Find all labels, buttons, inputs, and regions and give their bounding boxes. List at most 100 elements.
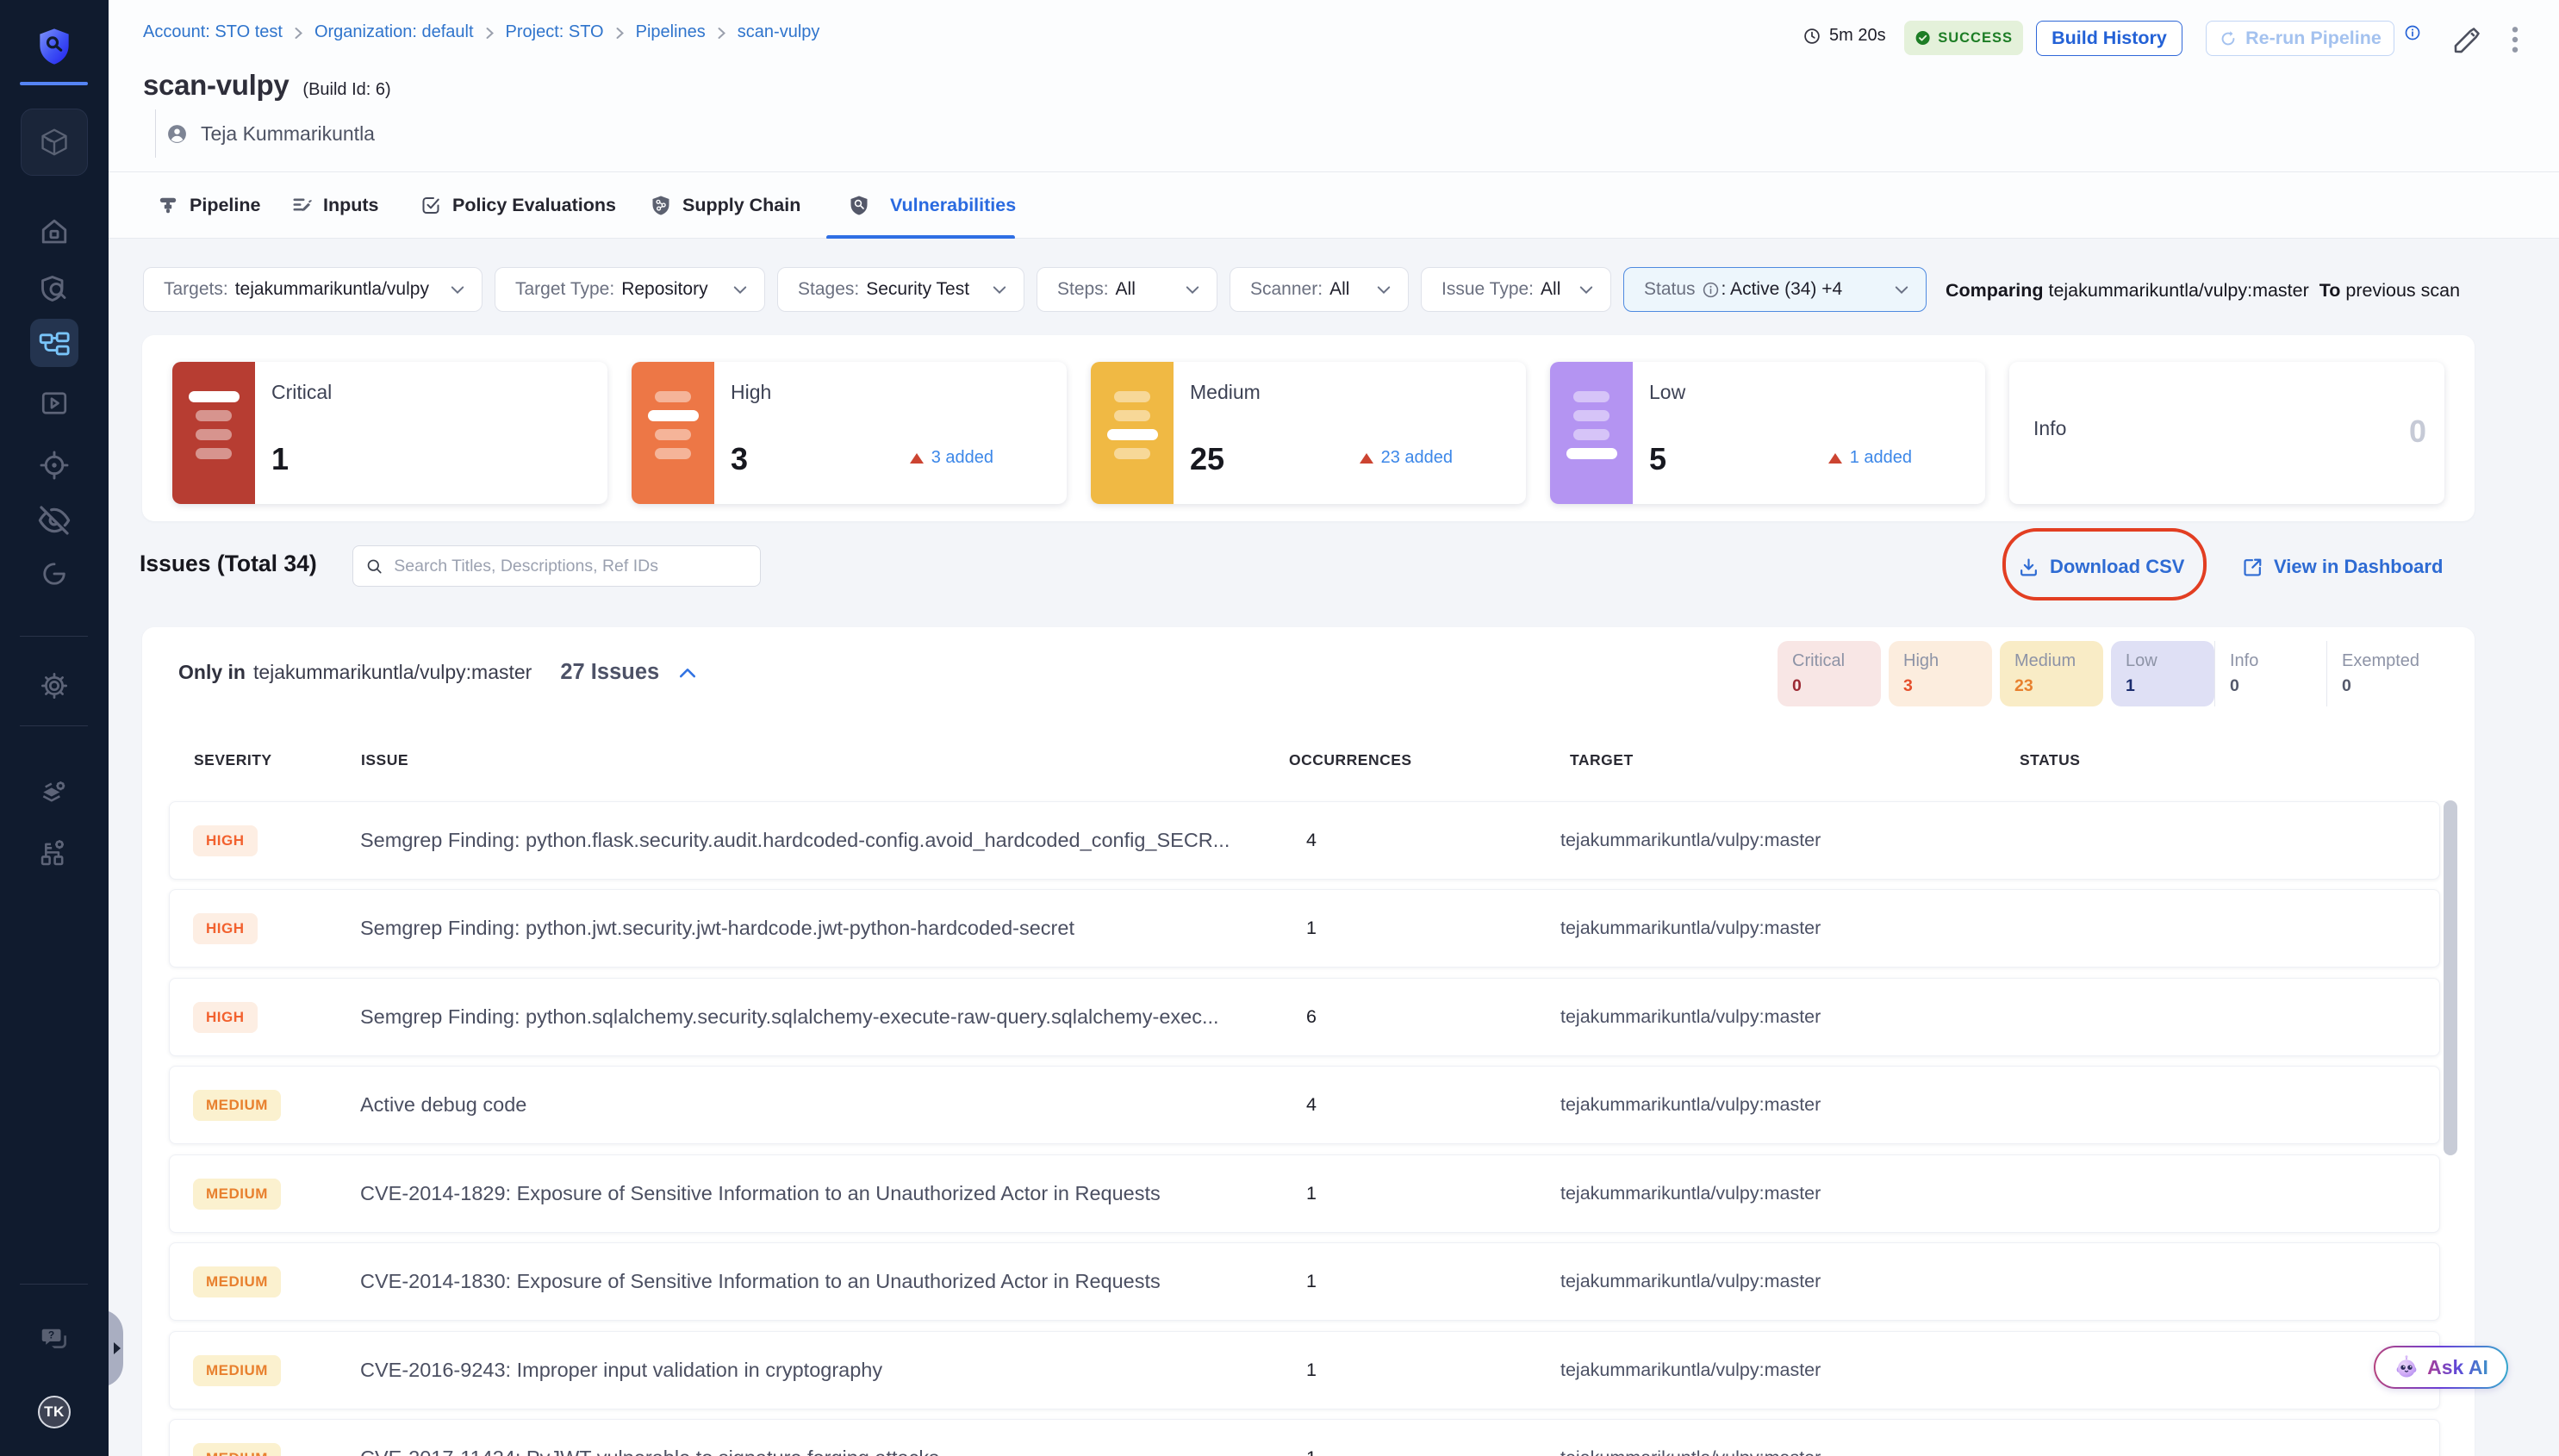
tab-bar: Pipeline Inputs Policy Evaluations	[109, 172, 2559, 239]
issue-title: Semgrep Finding: python.flask.security.a…	[360, 802, 1230, 879]
triangle-up-icon	[1360, 453, 1373, 464]
summary-card-critical: Critical 1	[172, 362, 607, 504]
filter-targets[interactable]: Targets: tejakummarikuntla/vulpy	[143, 267, 483, 312]
breadcrumb: Account: STO test Organization: default …	[143, 22, 819, 42]
pipeline-info-icon[interactable]	[2404, 24, 2421, 46]
sidebar-item-executions[interactable]	[30, 379, 78, 427]
card-count: 5	[1649, 441, 1666, 477]
build-history-button[interactable]: Build History	[2036, 21, 2182, 56]
sidebar-item-help[interactable]: ?	[30, 1315, 78, 1363]
breadcrumb-current[interactable]: scan-vulpy	[738, 22, 820, 42]
summary-card-low: Low 5 1 added	[1550, 362, 1985, 504]
chip-high: High 3	[1889, 641, 1992, 706]
issue-row[interactable]: MEDIUM Active debug code 4 tejakummariku…	[169, 1066, 2440, 1144]
filter-value: tejakummarikuntla/vulpy	[235, 279, 429, 300]
sidebar-item-project-setup[interactable]	[30, 770, 78, 818]
filter-label: Target Type:	[515, 279, 614, 300]
filter-status[interactable]: Status : Active (34) +4	[1623, 267, 1927, 312]
issue-target: tejakummarikuntla/vulpy:master	[1560, 890, 1821, 967]
edit-pipeline-icon[interactable]	[2451, 25, 2482, 60]
tab-policy-evaluations[interactable]: Policy Evaluations	[420, 172, 616, 238]
issue-row[interactable]: HIGH Semgrep Finding: python.flask.secur…	[169, 801, 2440, 880]
filter-label: Status	[1644, 279, 1696, 300]
collapse-chevron-icon[interactable]	[679, 667, 696, 679]
rerun-icon	[2219, 29, 2238, 48]
issue-occurrences: 1	[1306, 1332, 1317, 1409]
chip-exempted: Exempted 0	[2326, 641, 2425, 706]
filter-value: : Active (34) +4	[1722, 279, 1843, 300]
filter-label: Issue Type:	[1441, 279, 1534, 300]
sidebar-item-org-setup[interactable]	[30, 829, 78, 877]
comparing-target[interactable]: tejakummarikuntla/vulpy:master	[2048, 280, 2308, 301]
sidebar-item-test-targets[interactable]	[30, 441, 78, 489]
sidebar-item-get-started[interactable]	[30, 550, 78, 598]
issue-row[interactable]: HIGH Semgrep Finding: python.jwt.securit…	[169, 889, 2440, 968]
issue-row[interactable]: MEDIUM CVE-2014-1830: Exposure of Sensit…	[169, 1242, 2440, 1321]
svg-text:?: ?	[48, 1328, 54, 1341]
card-label: Medium	[1190, 381, 1261, 404]
sidebar-item-pipelines[interactable]	[30, 319, 78, 367]
tab-pipeline[interactable]: Pipeline	[158, 172, 260, 238]
filter-stages[interactable]: Stages: Security Test	[777, 267, 1024, 312]
sidebar-item-exemptions[interactable]	[30, 496, 78, 544]
policy-evaluations-tab-icon	[420, 195, 441, 215]
severity-bars-icon	[1550, 391, 1633, 467]
filter-value: All	[1329, 279, 1349, 300]
scrollbar-thumb[interactable]	[2444, 800, 2457, 1155]
sidebar-item-home[interactable]	[30, 208, 78, 256]
issue-row[interactable]: MEDIUM CVE-2017-11424: PyJWT vulnerable …	[169, 1419, 2440, 1456]
more-options-icon[interactable]	[2511, 26, 2519, 58]
issue-title: CVE-2014-1830: Exposure of Sensitive Inf…	[360, 1243, 1161, 1320]
panel-expand-handle[interactable]	[109, 1311, 127, 1390]
layers-gear-icon	[38, 778, 71, 811]
filter-value: Repository	[621, 279, 707, 300]
issue-occurrences: 4	[1306, 802, 1317, 879]
search-input[interactable]	[394, 557, 748, 576]
sidebar-item-settings[interactable]	[30, 662, 78, 710]
expand-arrow-icon	[109, 1311, 127, 1385]
severity-badge: MEDIUM	[193, 1332, 281, 1409]
severity-bars-icon	[1091, 391, 1174, 467]
filter-issue-type[interactable]: Issue Type: All	[1421, 267, 1611, 312]
inputs-tab-icon	[291, 195, 312, 215]
tab-supply-chain[interactable]: Supply Chain	[651, 172, 800, 238]
breadcrumb-organization[interactable]: Organization: default	[314, 22, 474, 42]
issue-target: tejakummarikuntla/vulpy:master	[1560, 1155, 1821, 1232]
tab-inputs[interactable]: Inputs	[291, 172, 379, 238]
issues-search[interactable]	[352, 545, 761, 587]
issue-row[interactable]: HIGH Semgrep Finding: python.sqlalchemy.…	[169, 978, 2440, 1056]
summary-card-info: Info 0	[2009, 362, 2444, 504]
rerun-pipeline-button[interactable]: Re-run Pipeline	[2206, 21, 2394, 56]
status-badge: SUCCESS	[1904, 21, 2023, 55]
shield-scan-icon	[39, 273, 70, 304]
ask-ai-button[interactable]: Ask AI	[2374, 1346, 2508, 1389]
filter-target-type[interactable]: Target Type: Repository	[495, 267, 765, 312]
tab-vulnerabilities[interactable]: Vulnerabilities	[849, 172, 1016, 238]
severity-bar-active	[1566, 448, 1617, 459]
filter-steps[interactable]: Steps: All	[1037, 267, 1217, 312]
breadcrumb-account[interactable]: Account: STO test	[143, 22, 283, 42]
group-prefix: Only in	[178, 661, 246, 684]
issue-row[interactable]: MEDIUM CVE-2014-1829: Exposure of Sensit…	[169, 1154, 2440, 1233]
info-circle-icon	[2404, 24, 2421, 41]
sidebar-item-overview[interactable]	[30, 264, 78, 313]
card-label: Critical	[271, 381, 332, 404]
breadcrumb-pipelines[interactable]: Pipelines	[636, 22, 706, 42]
group-header: Only in tejakummarikuntla/vulpy:master 2…	[178, 660, 696, 685]
sto-logo-icon[interactable]	[0, 26, 109, 67]
chip-medium: Medium 23	[2000, 641, 2103, 706]
comparing-baseline[interactable]: previous scan	[2345, 280, 2460, 301]
severity-badge: HIGH	[193, 979, 258, 1055]
breadcrumb-project[interactable]: Project: STO	[506, 22, 604, 42]
external-link-icon	[2242, 557, 2263, 578]
issue-target: tejakummarikuntla/vulpy:master	[1560, 979, 1821, 1055]
card-count: 0	[2409, 414, 2426, 450]
chevron-down-icon	[1186, 285, 1199, 295]
filter-scanner[interactable]: Scanner: All	[1230, 267, 1409, 312]
clock-icon	[1803, 27, 1821, 46]
module-selector-button[interactable]	[21, 109, 88, 176]
issue-row[interactable]: MEDIUM CVE-2016-9243: Improper input val…	[169, 1331, 2440, 1409]
critical-severity-icon	[172, 362, 255, 504]
view-in-dashboard-button[interactable]: View in Dashboard	[2242, 556, 2443, 578]
user-avatar[interactable]: TK	[38, 1396, 71, 1428]
